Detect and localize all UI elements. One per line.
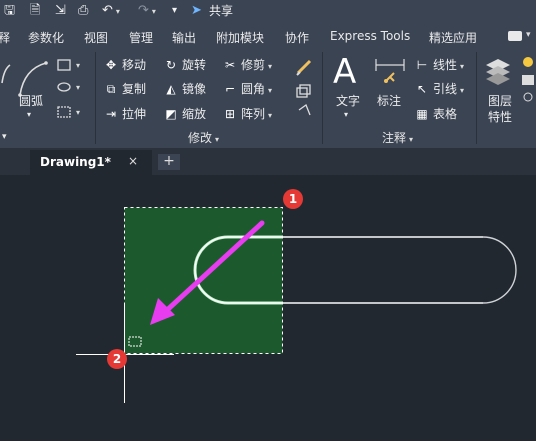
tool-fillet[interactable]: ⌐ 圆角 ▾	[222, 81, 272, 99]
redo-icon[interactable]: ↷ ▾	[138, 3, 156, 19]
tool-trim[interactable]: ✂ 修剪 ▾	[222, 57, 272, 75]
ribbon-tabs: 释 参数化 视图 管理 输出 附加模块 协作 Express Tools 精选应…	[0, 23, 536, 50]
tool-fillet-label: 圆角	[241, 82, 266, 96]
tool-rotate[interactable]: ↻ 旋转	[163, 57, 206, 73]
svg-text:▾: ▾	[76, 108, 80, 117]
tool-stretch-label: 拉伸	[122, 107, 147, 121]
draw-panel-dropdown-icon[interactable]: ▾	[2, 129, 7, 145]
step-marker-2: 2	[107, 349, 127, 369]
annotation-panel-title[interactable]: 注释 ▾	[382, 129, 413, 146]
array-icon: ⊞	[224, 107, 236, 121]
tool-table-label: 表格	[433, 107, 458, 121]
tool-linear[interactable]: ⊢ 线性 ▾	[414, 57, 464, 75]
layer-props-line2[interactable]: 特性	[488, 109, 512, 125]
panel-separator	[476, 52, 477, 144]
tool-leader[interactable]: ↖ 引线 ▾	[414, 81, 464, 99]
tab-parametric[interactable]: 参数化	[28, 29, 64, 46]
move-icon: ✥	[105, 58, 117, 72]
tool-scale-label: 缩放	[182, 107, 207, 121]
annotation-title-text: 注释	[382, 131, 407, 145]
layer-props-line1[interactable]: 图层	[488, 93, 512, 109]
rotate-icon: ↻	[165, 58, 177, 72]
dimension-tool-label[interactable]: 标注	[377, 93, 401, 109]
tab-manage[interactable]: 管理	[129, 29, 153, 46]
tool-linear-label: 线性	[433, 58, 458, 72]
document-tab-bar: Drawing1* × +	[0, 148, 536, 175]
tool-scale[interactable]: ◩ 缩放	[163, 106, 206, 122]
tab-view[interactable]: 视图	[84, 29, 108, 46]
copy-icon: ⧉	[106, 82, 116, 96]
tab-express-tools[interactable]: Express Tools	[330, 29, 410, 43]
tool-array-label: 阵列	[241, 107, 266, 121]
panel-separator	[322, 52, 323, 144]
tool-copy-label: 复制	[122, 82, 147, 96]
drawing-tab-title: Drawing1*	[40, 155, 111, 169]
tab-collaborate[interactable]: 协作	[285, 29, 309, 46]
arc-dropdown-icon[interactable]: ▾	[27, 107, 31, 123]
tool-rotate-label: 旋转	[182, 58, 207, 72]
step-marker-1: 1	[283, 189, 303, 209]
text-tool-icon[interactable]: A	[333, 55, 356, 89]
panel-separator	[95, 52, 96, 144]
tool-move[interactable]: ✥ 移动	[103, 57, 146, 73]
share-icon[interactable]: ➤	[191, 3, 202, 19]
linear-dim-icon: ⊢	[416, 58, 428, 72]
tab-annotate[interactable]: 释	[0, 29, 10, 46]
layer-properties-icon[interactable]	[482, 55, 514, 87]
table-icon: ▦	[416, 107, 428, 121]
close-icon[interactable]: ×	[128, 154, 138, 168]
selection-window	[124, 207, 283, 354]
save-icon[interactable]: 🖫	[4, 3, 15, 19]
tool-mirror[interactable]: ◭ 镜像	[163, 81, 206, 97]
modify-extra-icons[interactable]	[294, 55, 318, 125]
leader-icon: ↖	[416, 82, 428, 96]
modify-panel-title[interactable]: 修改 ▾	[188, 129, 219, 146]
tool-leader-label: 引线	[433, 82, 458, 96]
tool-move-label: 移动	[122, 58, 147, 72]
dimension-tool-icon[interactable]	[372, 55, 408, 91]
ribbon-minimize-icon[interactable]	[508, 31, 522, 41]
share-label[interactable]: 共享	[209, 3, 233, 19]
draw-tools-icons[interactable]: ▾ ▾ ▾	[0, 57, 90, 127]
print-icon[interactable]: ⎙	[78, 3, 88, 19]
trim-icon: ✂	[224, 58, 236, 72]
drawing-canvas[interactable]	[0, 175, 536, 441]
tab-addins[interactable]: 附加模块	[216, 29, 264, 46]
tool-stretch[interactable]: ⇥ 拉伸	[103, 106, 146, 122]
scale-icon: ◩	[165, 107, 177, 121]
text-dropdown-icon[interactable]: ▾	[344, 107, 348, 123]
tab-output[interactable]: 输出	[172, 29, 196, 46]
start-tab[interactable]	[0, 150, 26, 175]
drawing-tab[interactable]: Drawing1* ×	[30, 150, 152, 175]
stretch-icon: ⇥	[105, 107, 117, 121]
export-icon[interactable]: ⇲	[55, 3, 66, 19]
saveas-icon[interactable]: 🗎	[30, 3, 40, 19]
quick-access-toolbar: 🖫 🗎 ⇲ ⎙ ↶ ▾ ↷ ▾ ▾ ➤ 共享	[0, 0, 536, 23]
tool-trim-label: 修剪	[241, 58, 266, 72]
tool-table[interactable]: ▦ 表格	[414, 106, 457, 122]
tab-featured-apps[interactable]: 精选应用	[429, 29, 477, 46]
tool-array[interactable]: ⊞ 阵列 ▾	[222, 106, 272, 124]
fillet-icon: ⌐	[224, 82, 236, 96]
mirror-icon: ◭	[166, 82, 176, 96]
ribbon-options-icon[interactable]: ▾	[526, 30, 531, 40]
ribbon-panel-area: ▾ ▾ ▾ 圆弧 ▾ ▾ ✥ 移动 ↻ 旋转 ✂ 修剪 ▾ ⧉ 复制 ◭ 镜像 ⌐ 圆角 ▾ ⇥…	[0, 49, 536, 148]
more-icon[interactable]: ▾	[172, 3, 177, 19]
new-tab-button[interactable]: +	[158, 154, 180, 170]
layer-state-icons[interactable]	[518, 53, 536, 119]
modify-title-text: 修改	[188, 131, 213, 145]
tool-mirror-label: 镜像	[182, 82, 207, 96]
svg-text:▾: ▾	[76, 61, 80, 70]
tool-copy[interactable]: ⧉ 复制	[103, 81, 146, 97]
svg-text:▾: ▾	[76, 83, 80, 92]
undo-icon[interactable]: ↶ ▾	[102, 3, 120, 19]
